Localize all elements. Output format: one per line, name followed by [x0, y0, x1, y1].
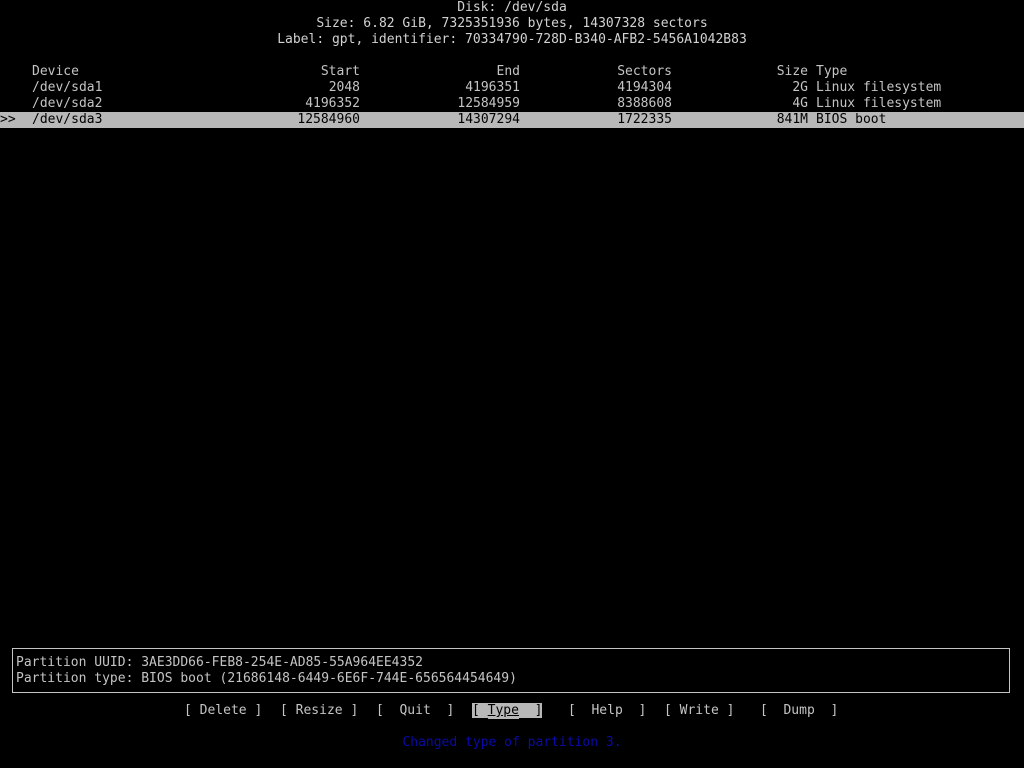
- quit-button[interactable]: [ Quit ]: [376, 703, 454, 719]
- column-header-start: Start: [320, 64, 360, 79]
- partition-end: 4196351: [465, 80, 520, 95]
- partition-row-sda2[interactable]: /dev/sda2 4196352 12584959 8388608 4G Li…: [0, 96, 1024, 112]
- partition-end: 14307294: [457, 112, 520, 127]
- delete-button[interactable]: [ Delete ]: [184, 703, 262, 719]
- column-header-sectors: Sectors: [617, 64, 672, 79]
- partition-row-sda3-selected[interactable]: >> /dev/sda3 12584960 14307294 1722335 8…: [0, 112, 1024, 128]
- partition-device: /dev/sda1: [32, 80, 103, 95]
- partition-size: 2G: [792, 80, 808, 95]
- partition-info-box: Partition UUID: 3AE3DD66-FEB8-254E-AD85-…: [12, 648, 1010, 693]
- partition-type: Linux filesystem: [816, 96, 942, 111]
- column-header-device: Device: [32, 64, 79, 79]
- partition-device: /dev/sda2: [32, 96, 103, 111]
- partition-start: 4196352: [305, 96, 360, 111]
- partition-sectors: 8388608: [617, 96, 672, 111]
- partition-start: 2048: [328, 80, 360, 95]
- dump-button[interactable]: [ Dump ]: [760, 703, 838, 719]
- partition-sectors: 4194304: [617, 80, 672, 95]
- column-header-size: Size: [776, 64, 808, 79]
- column-header-type: Type: [816, 64, 848, 79]
- help-button[interactable]: [ Help ]: [568, 703, 646, 719]
- column-header-end: End: [496, 64, 520, 79]
- disk-size-info: Size: 6.82 GiB, 7325351936 bytes, 143073…: [316, 16, 708, 31]
- partition-type: Linux filesystem: [816, 80, 942, 95]
- resize-button[interactable]: [ Resize ]: [280, 703, 358, 719]
- disk-label-info: Label: gpt, identifier: 70334790-728D-B3…: [277, 32, 747, 47]
- partition-row-sda1[interactable]: /dev/sda1 2048 4196351 4194304 2G Linux …: [0, 80, 1024, 96]
- disk-title: Disk: /dev/sda: [457, 0, 567, 15]
- partition-start: 12584960: [297, 112, 360, 127]
- status-message: Changed type of partition 3.: [402, 735, 622, 750]
- action-menu: [ Delete ] [ Resize ] [ Quit ] [ Type ] …: [0, 703, 1024, 719]
- partition-end: 12584959: [457, 96, 520, 111]
- partition-uuid: Partition UUID: 3AE3DD66-FEB8-254E-AD85-…: [16, 655, 423, 670]
- partition-size: 4G: [792, 96, 808, 111]
- selection-marker: >>: [0, 112, 16, 127]
- partition-device: /dev/sda3: [32, 112, 103, 127]
- write-button[interactable]: [ Write ]: [664, 703, 734, 719]
- type-button[interactable]: [ Type ]: [472, 703, 543, 719]
- partition-size: 841M: [776, 112, 808, 127]
- partition-table-header: Device Start End Sectors Size Type: [0, 64, 1024, 80]
- partition-type: BIOS boot: [816, 112, 887, 127]
- partition-sectors: 1722335: [617, 112, 672, 127]
- partition-type-info: Partition type: BIOS boot (21686148-6449…: [16, 671, 517, 686]
